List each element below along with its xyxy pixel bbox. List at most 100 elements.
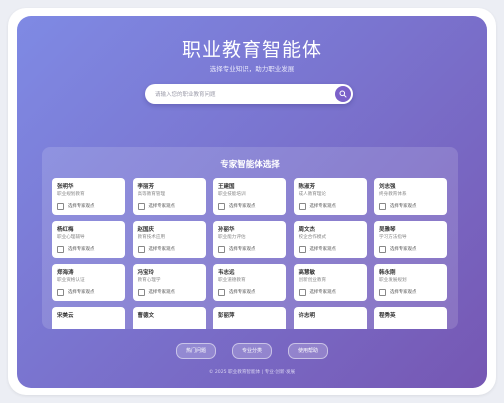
expert-select-option[interactable]: 选择专家观点	[298, 245, 336, 253]
expert-select-checkbox[interactable]	[298, 202, 306, 210]
expert-select-label: 选择专家观点	[229, 290, 256, 295]
expert-name: 高慧敏	[298, 270, 316, 276]
expert-select-checkbox[interactable]	[298, 288, 306, 296]
expert-select-option[interactable]: 选择专家观点	[379, 202, 416, 210]
expert-select-option[interactable]: 选择专家观点	[137, 245, 175, 253]
expert-card[interactable]: 周文杰校企合作模式选择专家观点	[293, 221, 367, 258]
expert-specialty: 校企合作模式	[298, 235, 327, 240]
expert-specialty: 学习方法指导	[379, 235, 407, 240]
expert-select-label: 选择专家观点	[309, 204, 336, 209]
search-icon	[339, 90, 347, 98]
expert-name: 李丽芳	[137, 184, 155, 190]
expert-card[interactable]: 赵国庆教育技术应用选择专家观点	[132, 221, 206, 258]
expert-name: 彭丽萍	[218, 313, 235, 319]
expert-card[interactable]: 郑海涛职业资格认证选择专家观点	[52, 264, 125, 301]
expert-card[interactable]: 王建国职业技能培训选择专家观点	[213, 178, 286, 215]
expert-specialty: 职业心理辅导	[57, 235, 85, 240]
expert-specialty: 高等教育管理	[137, 192, 166, 197]
expert-name: 周文杰	[298, 227, 316, 233]
expert-name: 孙丽华	[218, 227, 235, 233]
expert-specialty: 职业技能培训	[218, 192, 246, 197]
expert-name: 陈淑芳	[298, 184, 316, 190]
expert-card[interactable]: 李丽芳高等教育管理选择专家观点	[132, 178, 206, 215]
expert-select-checkbox[interactable]	[379, 202, 386, 210]
expert-select-checkbox[interactable]	[379, 288, 386, 296]
expert-card[interactable]: 韦志远 职业道德教育 选择专家观点	[213, 264, 286, 301]
expert-select-label: 选择专家观点	[229, 247, 256, 252]
expert-select-label: 选择专家观点	[68, 247, 95, 252]
expert-select-checkbox[interactable]	[137, 202, 145, 210]
expert-specialty: 成人教育理论	[298, 192, 327, 197]
expert-card[interactable]: 孙丽华职业能力评估选择专家观点	[213, 221, 286, 258]
expert-card[interactable]: 冯宝玲 教育心理学 选择专家观点	[132, 264, 206, 301]
expert-panel: 专家智能体选择 张明华 职业规划教育 选择专家观点 李丽芳 高等教育管理 选择专家观点 王建…	[42, 147, 458, 329]
expert-select-label: 选择专家观点	[68, 204, 95, 209]
page-title: 职业教育智能体	[181, 39, 322, 61]
expert-select-checkbox[interactable]	[218, 245, 225, 253]
search-bar	[145, 84, 353, 104]
quick-button[interactable]: 专业分类	[231, 343, 272, 359]
expert-select-option[interactable]: 选择专家观点	[218, 288, 255, 296]
expert-specialty: 职业能力评估	[218, 235, 246, 240]
expert-select-option[interactable]: 选择专家观点	[57, 245, 94, 253]
expert-select-label: 选择专家观点	[390, 204, 417, 209]
expert-select-checkbox[interactable]	[218, 202, 225, 210]
expert-select-option[interactable]: 选择专家观点	[379, 245, 416, 253]
expert-select-label: 选择专家观点	[68, 290, 95, 295]
expert-select-checkbox[interactable]	[57, 288, 64, 296]
expert-name: 冯宝玲	[137, 270, 155, 276]
expert-select-label: 选择专家观点	[148, 290, 175, 295]
expert-specialty: 职业发展规划	[379, 278, 407, 283]
expert-select-checkbox[interactable]	[57, 245, 64, 253]
expert-card[interactable]: 吴雅琴学习方法指导选择专家观点	[374, 221, 447, 258]
expert-select-checkbox[interactable]	[298, 245, 306, 253]
expert-name: 韦志远	[218, 270, 235, 276]
expert-select-option[interactable]: 选择专家观点	[298, 202, 336, 210]
expert-name: 许志明	[298, 313, 316, 319]
expert-card[interactable]: 宋美云选择专家观点	[52, 307, 125, 329]
expert-select-option[interactable]: 选择专家观点	[218, 245, 255, 253]
expert-name: 赵国庆	[137, 227, 155, 233]
expert-select-checkbox[interactable]	[57, 202, 64, 210]
expert-select-option[interactable]: 选择专家观点	[137, 288, 175, 296]
quick-button[interactable]: 热门问题	[175, 343, 216, 359]
expert-name: 郑海涛	[57, 270, 74, 276]
search-button[interactable]	[335, 86, 351, 102]
expert-card[interactable]: 杨红梅 职业心理辅导 选择专家观点	[52, 221, 125, 258]
expert-card[interactable]: 曹德文选择专家观点	[132, 307, 206, 329]
expert-name: 吴雅琴	[379, 227, 396, 233]
expert-card[interactable]: 许志明选择专家观点	[293, 307, 367, 329]
expert-select-checkbox[interactable]	[218, 288, 225, 296]
quick-button[interactable]: 使用帮助	[288, 343, 329, 359]
expert-card[interactable]: 陈淑芳成人教育理论选择专家观点	[293, 178, 367, 215]
expert-select-label: 选择专家观点	[148, 204, 175, 209]
expert-select-checkbox[interactable]	[137, 245, 145, 253]
expert-select-option[interactable]: 选择专家观点	[379, 288, 416, 296]
expert-select-label: 选择专家观点	[390, 247, 417, 252]
expert-select-option[interactable]: 选择专家观点	[137, 202, 175, 210]
expert-specialty: 职业资格认证	[57, 278, 85, 283]
expert-card[interactable]: 韩永刚 职业发展规划 选择专家观点	[374, 264, 447, 301]
expert-name: 王建国	[218, 184, 235, 190]
expert-select-label: 选择专家观点	[148, 247, 175, 252]
expert-name: 张明华	[57, 184, 74, 190]
expert-select-option[interactable]: 选择专家观点	[57, 202, 94, 210]
expert-name: 程秀英	[379, 313, 396, 319]
expert-select-checkbox[interactable]	[379, 245, 386, 253]
expert-select-label: 选择专家观点	[309, 247, 336, 252]
expert-select-checkbox[interactable]	[137, 288, 145, 296]
expert-select-option[interactable]: 选择专家观点	[57, 288, 94, 296]
expert-card[interactable]: 彭丽萍选择专家观点	[213, 307, 286, 329]
quick-buttons: 热门问题 专业分类 使用帮助	[17, 343, 487, 359]
expert-specialty: 教育技术应用	[137, 235, 166, 240]
expert-specialty: 创新创业教育	[298, 278, 327, 283]
expert-select-option[interactable]: 选择专家观点	[298, 288, 336, 296]
search-input[interactable]	[153, 86, 337, 104]
expert-card[interactable]: 刘志强 终身教育体系 选择专家观点	[374, 178, 447, 215]
expert-select-label: 选择专家观点	[229, 204, 256, 209]
expert-card[interactable]: 程秀英选择专家观点	[374, 307, 447, 329]
expert-select-label: 选择专家观点	[390, 290, 417, 295]
expert-card[interactable]: 高慧敏创新创业教育选择专家观点	[293, 264, 367, 301]
expert-card[interactable]: 张明华 职业规划教育 选择专家观点	[52, 178, 125, 215]
expert-select-option[interactable]: 选择专家观点	[218, 202, 255, 210]
